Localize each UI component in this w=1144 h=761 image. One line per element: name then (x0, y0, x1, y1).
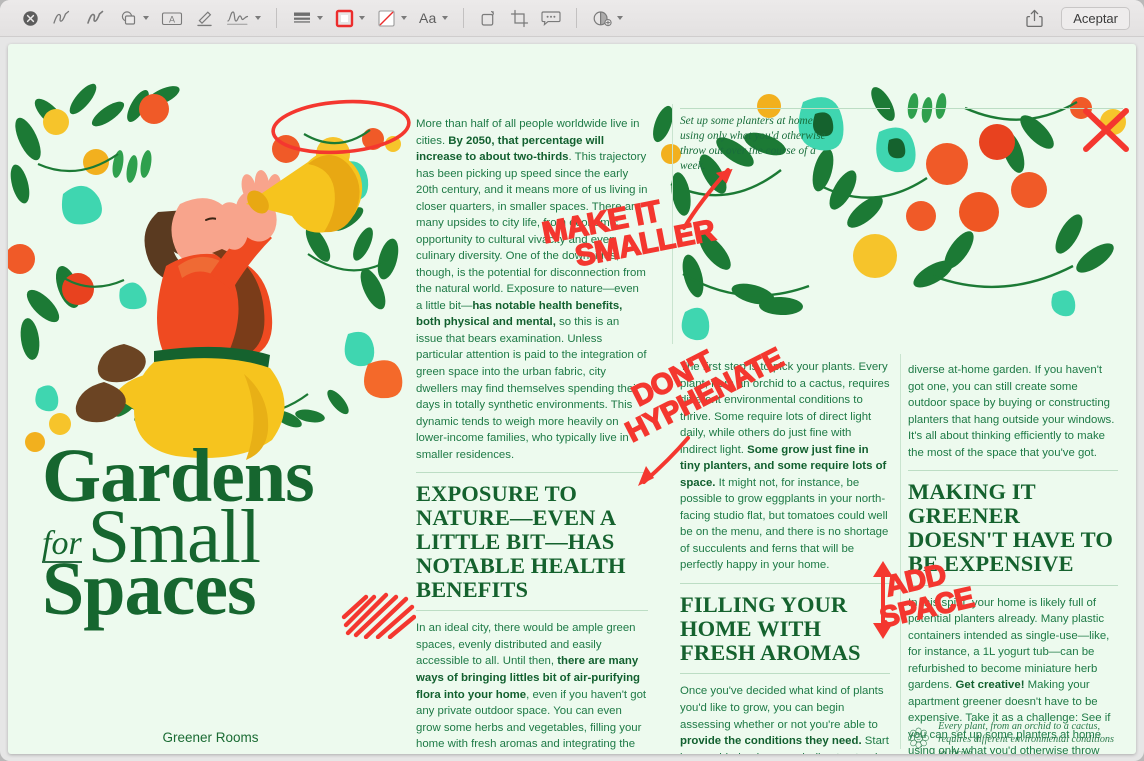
chevron-down-icon (359, 16, 365, 20)
article-pull-quote: Set up some planters at home using only … (680, 115, 826, 172)
crop-icon (510, 9, 528, 27)
rotate-icon (481, 10, 494, 26)
signature-tool-button[interactable] (222, 5, 265, 31)
c3-p2-a: In this spirit, your home is likely full… (908, 596, 1110, 692)
svg-text:A: A (169, 14, 175, 24)
article-column-1: More than half of all people worldwide l… (416, 116, 648, 754)
shapes-tool-button[interactable] (115, 5, 153, 31)
c2-p1-a: The first step is to pick your plants. E… (680, 361, 890, 456)
column-divider-1 (672, 104, 673, 344)
border-color-button[interactable] (331, 5, 369, 31)
toolbar-divider-3 (575, 8, 577, 28)
fill-color-swatch-icon (378, 9, 395, 27)
c3-p2-bold: Get creative! (955, 679, 1025, 692)
pullquote-top-rule (680, 108, 890, 109)
draw-tool-button[interactable] (81, 5, 111, 31)
document-page-spread: Gardens for Small Spaces Greener Rooms M… (8, 44, 1136, 754)
column2-paragraph-1: The first step is to pick your plants. E… (680, 359, 890, 574)
fill-color-button[interactable] (373, 5, 411, 31)
column1-paragraph-1: More than half of all people worldwide l… (416, 116, 648, 463)
rotate-button[interactable] (475, 5, 502, 31)
column3-paragraph-1: diverse at-home garden. If you haven't g… (908, 364, 1115, 459)
c2-p1-c: It might not, for instance, be possible … (680, 476, 889, 572)
accept-button[interactable]: Aceptar (1061, 6, 1130, 30)
c1-p1-e: so this is an issue that bears examinati… (416, 316, 647, 461)
column-divider-2 (900, 354, 901, 749)
draw-icon (87, 10, 104, 24)
cover-page: Gardens for Small Spaces Greener Rooms (8, 44, 416, 754)
column2-rule-2 (680, 673, 890, 675)
adjust-color-icon (593, 10, 612, 26)
column2-heading: FILLING YOUR HOME WITH FRESH AROMAS (680, 591, 861, 665)
close-markup-button[interactable] (18, 5, 43, 31)
c2-p2-bold: provide the conditions they need. (680, 735, 862, 748)
highlight-tool-button[interactable] (191, 5, 218, 31)
column1-paragraph-2: In an ideal city, there would be ample g… (416, 620, 648, 754)
text-tool-button[interactable]: A (157, 5, 187, 31)
line-weight-icon (294, 12, 310, 23)
article-column-3: diverse at-home garden. If you haven't g… (908, 362, 1118, 754)
highlighter-icon (197, 10, 212, 26)
cover-title: Gardens for Small Spaces (42, 438, 412, 631)
cover-subtitle: Greener Rooms (162, 730, 259, 745)
column1-heading: EXPOSURE TO NATURE—EVEN A LITTLE BIT—HAS… (416, 481, 626, 602)
markup-toolbar: A Aa Aceptar (0, 0, 1144, 37)
title-line-spaces: Spaces (42, 546, 257, 631)
chevron-down-icon (441, 16, 448, 20)
flower-icon (908, 727, 929, 749)
c2-p2-a: Once you've decided what kind of plants … (680, 685, 884, 731)
column1-rule-2 (416, 610, 648, 612)
chevron-down-icon (143, 16, 149, 20)
adjust-button[interactable] (588, 5, 627, 31)
sketch-tool-button[interactable] (47, 5, 77, 31)
text-style-label: Aa (419, 10, 437, 26)
text-box-icon: A (161, 11, 183, 25)
c1-p1-c: . This trajectory has been picking up sp… (416, 151, 648, 312)
chevron-down-icon (401, 16, 407, 20)
comment-button[interactable] (537, 5, 565, 31)
column1-rule-1 (416, 472, 648, 474)
column2-rule-1 (680, 582, 890, 584)
article-footnote: Every plant, from an orchid to a cactus,… (908, 716, 1120, 754)
chevron-down-icon (317, 16, 323, 20)
column3-heading: MAKING IT GREENER DOESN'T HAVE TO BE EXP… (908, 479, 1113, 576)
crop-button[interactable] (506, 5, 533, 31)
column3-rule-1 (908, 470, 1118, 472)
shapes-icon (121, 10, 136, 25)
signature-icon (227, 11, 249, 25)
sketch-icon (53, 10, 70, 24)
article-column-2: The first step is to pick your plants. E… (680, 359, 890, 754)
cover-illustration (8, 83, 403, 460)
comment-icon (540, 11, 561, 26)
toolbar-divider-2 (462, 8, 464, 28)
border-color-swatch-icon (335, 9, 354, 27)
close-circle-icon (23, 10, 38, 26)
text-style-button[interactable]: Aa (415, 5, 452, 31)
right-top-rule (908, 108, 1123, 109)
chevron-down-icon (255, 16, 261, 20)
shape-style-button[interactable] (288, 5, 327, 31)
column2-paragraph-2: Once you've decided what kind of plants … (680, 683, 890, 754)
column3-rule-2 (908, 584, 1118, 586)
share-button[interactable] (1022, 5, 1047, 31)
chevron-down-icon (616, 16, 623, 20)
share-icon (1026, 9, 1043, 27)
footnote-text: Every plant, from an orchid to a cactus,… (938, 721, 1114, 754)
toolbar-divider-1 (276, 8, 277, 28)
markup-window: A Aa Aceptar Gardens for Small Spaces Gr… (0, 0, 1144, 761)
